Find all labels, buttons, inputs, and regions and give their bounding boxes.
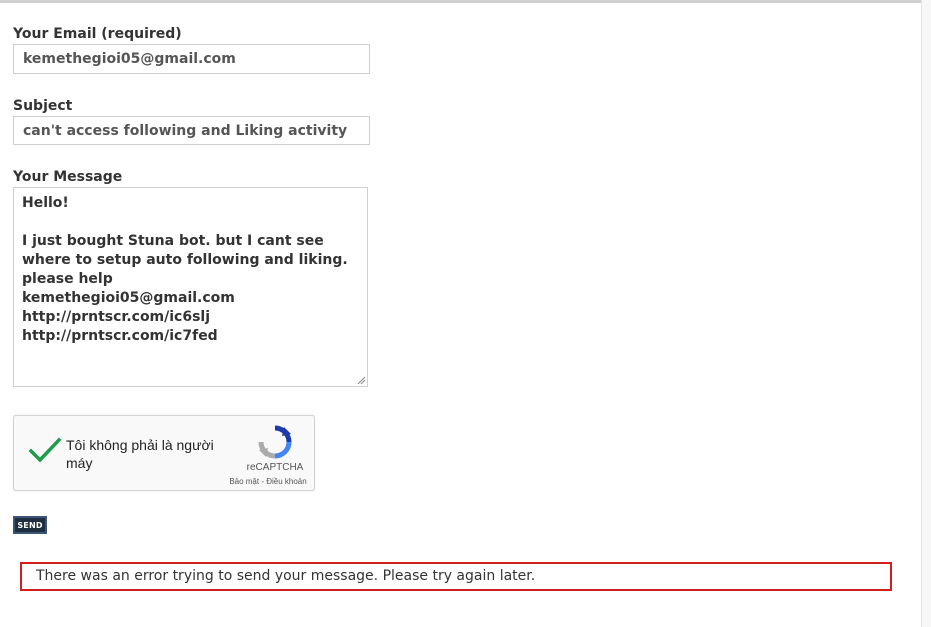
recaptcha-terms-link[interactable]: Bảo mật - Điều khoản xyxy=(218,477,318,486)
top-divider xyxy=(0,0,921,3)
recaptcha-widget: Tôi không phải là người máy reCAPTCHA Bả… xyxy=(13,415,315,491)
subject-field[interactable] xyxy=(13,116,370,145)
checkmark-icon[interactable] xyxy=(28,436,62,466)
recaptcha-logo-icon xyxy=(258,425,292,459)
send-button[interactable]: SEND xyxy=(13,516,47,534)
recaptcha-checkbox-label: Tôi không phải là người máy xyxy=(66,437,214,471)
email-label: Your Email (required) xyxy=(13,26,182,42)
email-field[interactable] xyxy=(13,44,370,74)
message-textarea[interactable]: Hello! I just bought Stuna bot. but I ca… xyxy=(13,187,368,387)
recaptcha-brand: reCAPTCHA xyxy=(246,462,304,473)
subject-label: Subject xyxy=(13,98,73,114)
page-scrollbar[interactable] xyxy=(921,0,931,627)
error-message: There was an error trying to send your m… xyxy=(20,562,892,591)
resize-grip-icon[interactable] xyxy=(356,375,366,385)
message-label: Your Message xyxy=(13,169,123,185)
